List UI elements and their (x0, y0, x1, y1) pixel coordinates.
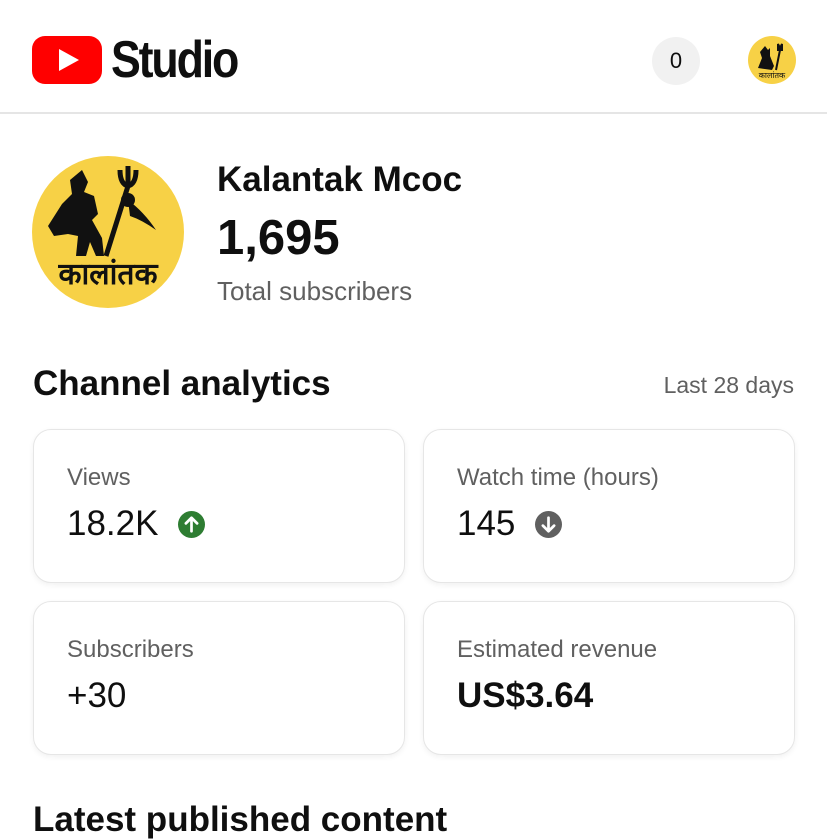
total-subscribers-value: 1,695 (217, 211, 340, 265)
account-avatar[interactable]: कालांतक (748, 36, 796, 84)
notifications-button[interactable]: 0 (652, 37, 700, 85)
metric-card-watch-time[interactable]: Watch time (hours) 145 (423, 429, 795, 583)
section-title-channel-analytics: Channel analytics (33, 364, 331, 403)
metric-value: +30 (67, 676, 127, 715)
metric-card-subscribers[interactable]: Subscribers +30 (33, 601, 405, 755)
metric-value-container: 18.2K (67, 504, 206, 544)
youtube-logo-icon[interactable] (32, 36, 102, 84)
total-subscribers-label: Total subscribers (217, 276, 413, 306)
notification-count: 0 (669, 48, 683, 73)
metric-value-container: 145 (457, 504, 563, 544)
metric-value: 145 (457, 504, 516, 543)
app-header: Studio 0 कालांतक (0, 0, 827, 114)
metric-value-container: +30 (67, 676, 126, 716)
metric-card-estimated-revenue[interactable]: Estimated revenue US$3.64 (423, 601, 795, 755)
metric-value: US$3.64 (457, 676, 594, 715)
metric-label: Subscribers (67, 636, 194, 663)
date-range-label: Last 28 days (663, 372, 794, 398)
studio-wordmark: Studio (111, 31, 239, 89)
metric-label: Watch time (hours) (457, 464, 659, 491)
metric-label: Views (67, 464, 131, 491)
channel-name: Kalantak Mcoc (217, 160, 463, 199)
metric-value-container: US$3.64 (457, 676, 593, 716)
arrow-down-circle-icon (535, 510, 563, 538)
channel-avatar[interactable]: कालांतक (32, 156, 184, 308)
arrow-up-circle-icon (178, 510, 206, 538)
avatar-large-text: कालांतक (57, 257, 158, 292)
metric-label: Estimated revenue (457, 636, 658, 663)
metric-value: 18.2K (67, 504, 159, 543)
metric-card-views[interactable]: Views 18.2K (33, 429, 405, 583)
avatar-small-text: कालांतक (759, 71, 786, 80)
section-title-latest-content: Latest published content (33, 800, 448, 839)
